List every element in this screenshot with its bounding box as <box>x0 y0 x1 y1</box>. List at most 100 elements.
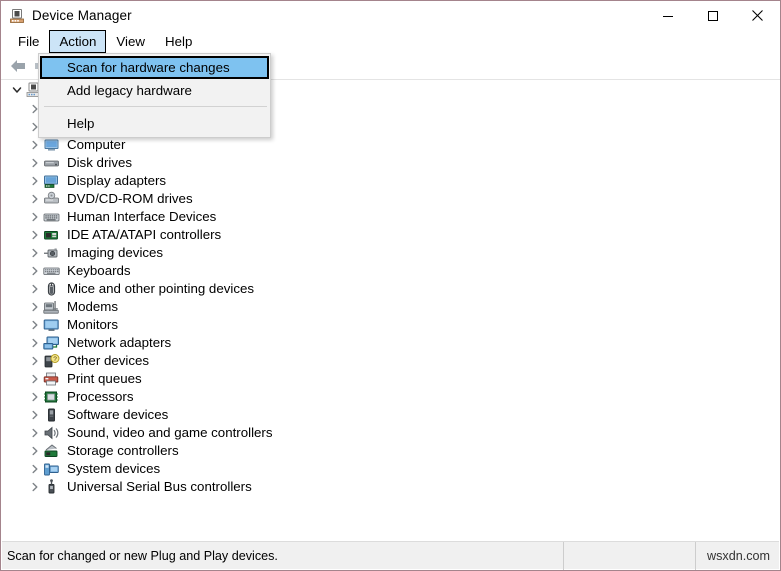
menu-item-scan-for-hardware-changes[interactable]: Scan for hardware changes <box>40 56 269 79</box>
menu-bar: File Action View Help <box>1 30 780 53</box>
caption-button-group <box>645 1 780 30</box>
tree-item-label: Mice and other pointing devices <box>67 281 255 296</box>
menu-separator <box>44 106 267 107</box>
device-manager-icon <box>9 8 25 24</box>
tree-item-label: Computer <box>67 137 126 152</box>
back-button[interactable] <box>6 55 30 77</box>
disk-drive-icon <box>43 155 60 171</box>
menu-item-help[interactable]: Help <box>39 112 270 134</box>
monitor-icon <box>43 317 60 333</box>
chevron-right-icon[interactable] <box>27 406 43 424</box>
tree-item-print-queues[interactable]: Print queues <box>2 370 779 388</box>
status-middle-panel <box>564 541 696 570</box>
chevron-right-icon[interactable] <box>27 370 43 388</box>
usb-controller-icon <box>43 479 60 495</box>
chevron-right-icon[interactable] <box>27 244 43 262</box>
tree-item-label: Storage controllers <box>67 443 179 458</box>
chevron-right-icon[interactable] <box>27 442 43 460</box>
menu-action[interactable]: Action <box>49 30 107 53</box>
chevron-right-icon[interactable] <box>27 172 43 190</box>
tree-child-list: BatteriesBluetoothComputerDisk drivesDis… <box>2 100 779 496</box>
chevron-right-icon[interactable] <box>27 298 43 316</box>
title-bar: Device Manager <box>1 1 780 30</box>
tree-item-processors[interactable]: Processors <box>2 388 779 406</box>
menu-item-add-legacy-hardware[interactable]: Add legacy hardware <box>39 79 270 101</box>
device-manager-window: Device Manager File Action View Help Com… <box>0 0 781 571</box>
software-device-icon <box>43 407 60 423</box>
tree-item-network-adapters[interactable]: Network adapters <box>2 334 779 352</box>
tree-item-label: Keyboards <box>67 263 131 278</box>
tree-item-disk-drives[interactable]: Disk drives <box>2 154 779 172</box>
tree-item-label: System devices <box>67 461 161 476</box>
tree-item-software-devices[interactable]: Software devices <box>2 406 779 424</box>
tree-item-label: Processors <box>67 389 134 404</box>
tree-item-label: Other devices <box>67 353 150 368</box>
back-arrow-icon <box>11 60 25 72</box>
tree-item-keyboards[interactable]: Keyboards <box>2 262 779 280</box>
tree-item-mice-and-other-pointing-devices[interactable]: Mice and other pointing devices <box>2 280 779 298</box>
other-device-icon: ? <box>43 353 60 369</box>
chevron-right-icon[interactable] <box>27 424 43 442</box>
printer-icon <box>43 371 60 387</box>
processor-icon <box>43 389 60 405</box>
tree-item-universal-serial-bus-controllers[interactable]: Universal Serial Bus controllers <box>2 478 779 496</box>
tree-item-label: Modems <box>67 299 118 314</box>
close-button[interactable] <box>735 1 780 30</box>
window-title: Device Manager <box>32 8 132 23</box>
tree-item-ide-ata-atapi-controllers[interactable]: IDE ATA/ATAPI controllers <box>2 226 779 244</box>
network-adapter-icon <box>43 335 60 351</box>
computer-icon <box>43 137 60 153</box>
chevron-right-icon[interactable] <box>27 460 43 478</box>
minimize-button[interactable] <box>645 1 690 30</box>
menu-help[interactable]: Help <box>155 30 202 53</box>
tree-item-computer[interactable]: Computer <box>2 136 779 154</box>
tree-item-display-adapters[interactable]: Display adapters <box>2 172 779 190</box>
chevron-right-icon[interactable] <box>27 352 43 370</box>
ide-controller-icon <box>43 227 60 243</box>
chevron-right-icon[interactable] <box>27 334 43 352</box>
chevron-right-icon[interactable] <box>27 208 43 226</box>
tree-item-sound-video-and-game-controllers[interactable]: Sound, video and game controllers <box>2 424 779 442</box>
keyboard-icon <box>43 263 60 279</box>
tree-item-label: Monitors <box>67 317 118 332</box>
tree-item-label: Software devices <box>67 407 169 422</box>
sound-controller-icon <box>43 425 60 441</box>
tree-item-system-devices[interactable]: System devices <box>2 460 779 478</box>
chevron-right-icon[interactable] <box>27 280 43 298</box>
chevron-right-icon[interactable] <box>27 136 43 154</box>
tree-item-label: DVD/CD-ROM drives <box>67 191 193 206</box>
menu-view[interactable]: View <box>106 30 155 53</box>
imaging-device-icon <box>43 245 60 261</box>
tree-item-other-devices[interactable]: ? Other devices <box>2 352 779 370</box>
chevron-right-icon[interactable] <box>27 388 43 406</box>
device-tree[interactable]: BatteriesBluetoothComputerDisk drivesDis… <box>2 80 779 542</box>
tree-item-human-interface-devices[interactable]: Human Interface Devices <box>2 208 779 226</box>
maximize-button[interactable] <box>690 1 735 30</box>
tree-item-storage-controllers[interactable]: Storage controllers <box>2 442 779 460</box>
tree-item-label: Display adapters <box>67 173 167 188</box>
tree-item-label: Universal Serial Bus controllers <box>67 479 252 494</box>
storage-controller-icon <box>43 443 60 459</box>
chevron-right-icon[interactable] <box>27 262 43 280</box>
tree-item-label: IDE ATA/ATAPI controllers <box>67 227 222 242</box>
chevron-right-icon[interactable] <box>27 478 43 496</box>
action-dropdown-menu[interactable]: Scan for hardware changes Add legacy har… <box>38 53 271 138</box>
status-bar: Scan for changed or new Plug and Play de… <box>2 541 779 570</box>
tree-item-label: Disk drives <box>67 155 133 170</box>
tree-item-modems[interactable]: Modems <box>2 298 779 316</box>
chevron-down-icon[interactable] <box>9 81 25 99</box>
tree-item-dvd-cd-rom-drives[interactable]: DVD/CD-ROM drives <box>2 190 779 208</box>
tree-item-label: Network adapters <box>67 335 172 350</box>
hid-icon <box>43 209 60 225</box>
tree-item-label: Human Interface Devices <box>67 209 217 224</box>
tree-item-imaging-devices[interactable]: Imaging devices <box>2 244 779 262</box>
chevron-right-icon[interactable] <box>27 190 43 208</box>
chevron-right-icon[interactable] <box>27 316 43 334</box>
chevron-right-icon[interactable] <box>27 226 43 244</box>
tree-item-label: Imaging devices <box>67 245 164 260</box>
status-message: Scan for changed or new Plug and Play de… <box>2 541 564 570</box>
chevron-right-icon[interactable] <box>27 154 43 172</box>
svg-text:?: ? <box>53 356 57 363</box>
tree-item-monitors[interactable]: Monitors <box>2 316 779 334</box>
menu-file[interactable]: File <box>8 30 49 53</box>
